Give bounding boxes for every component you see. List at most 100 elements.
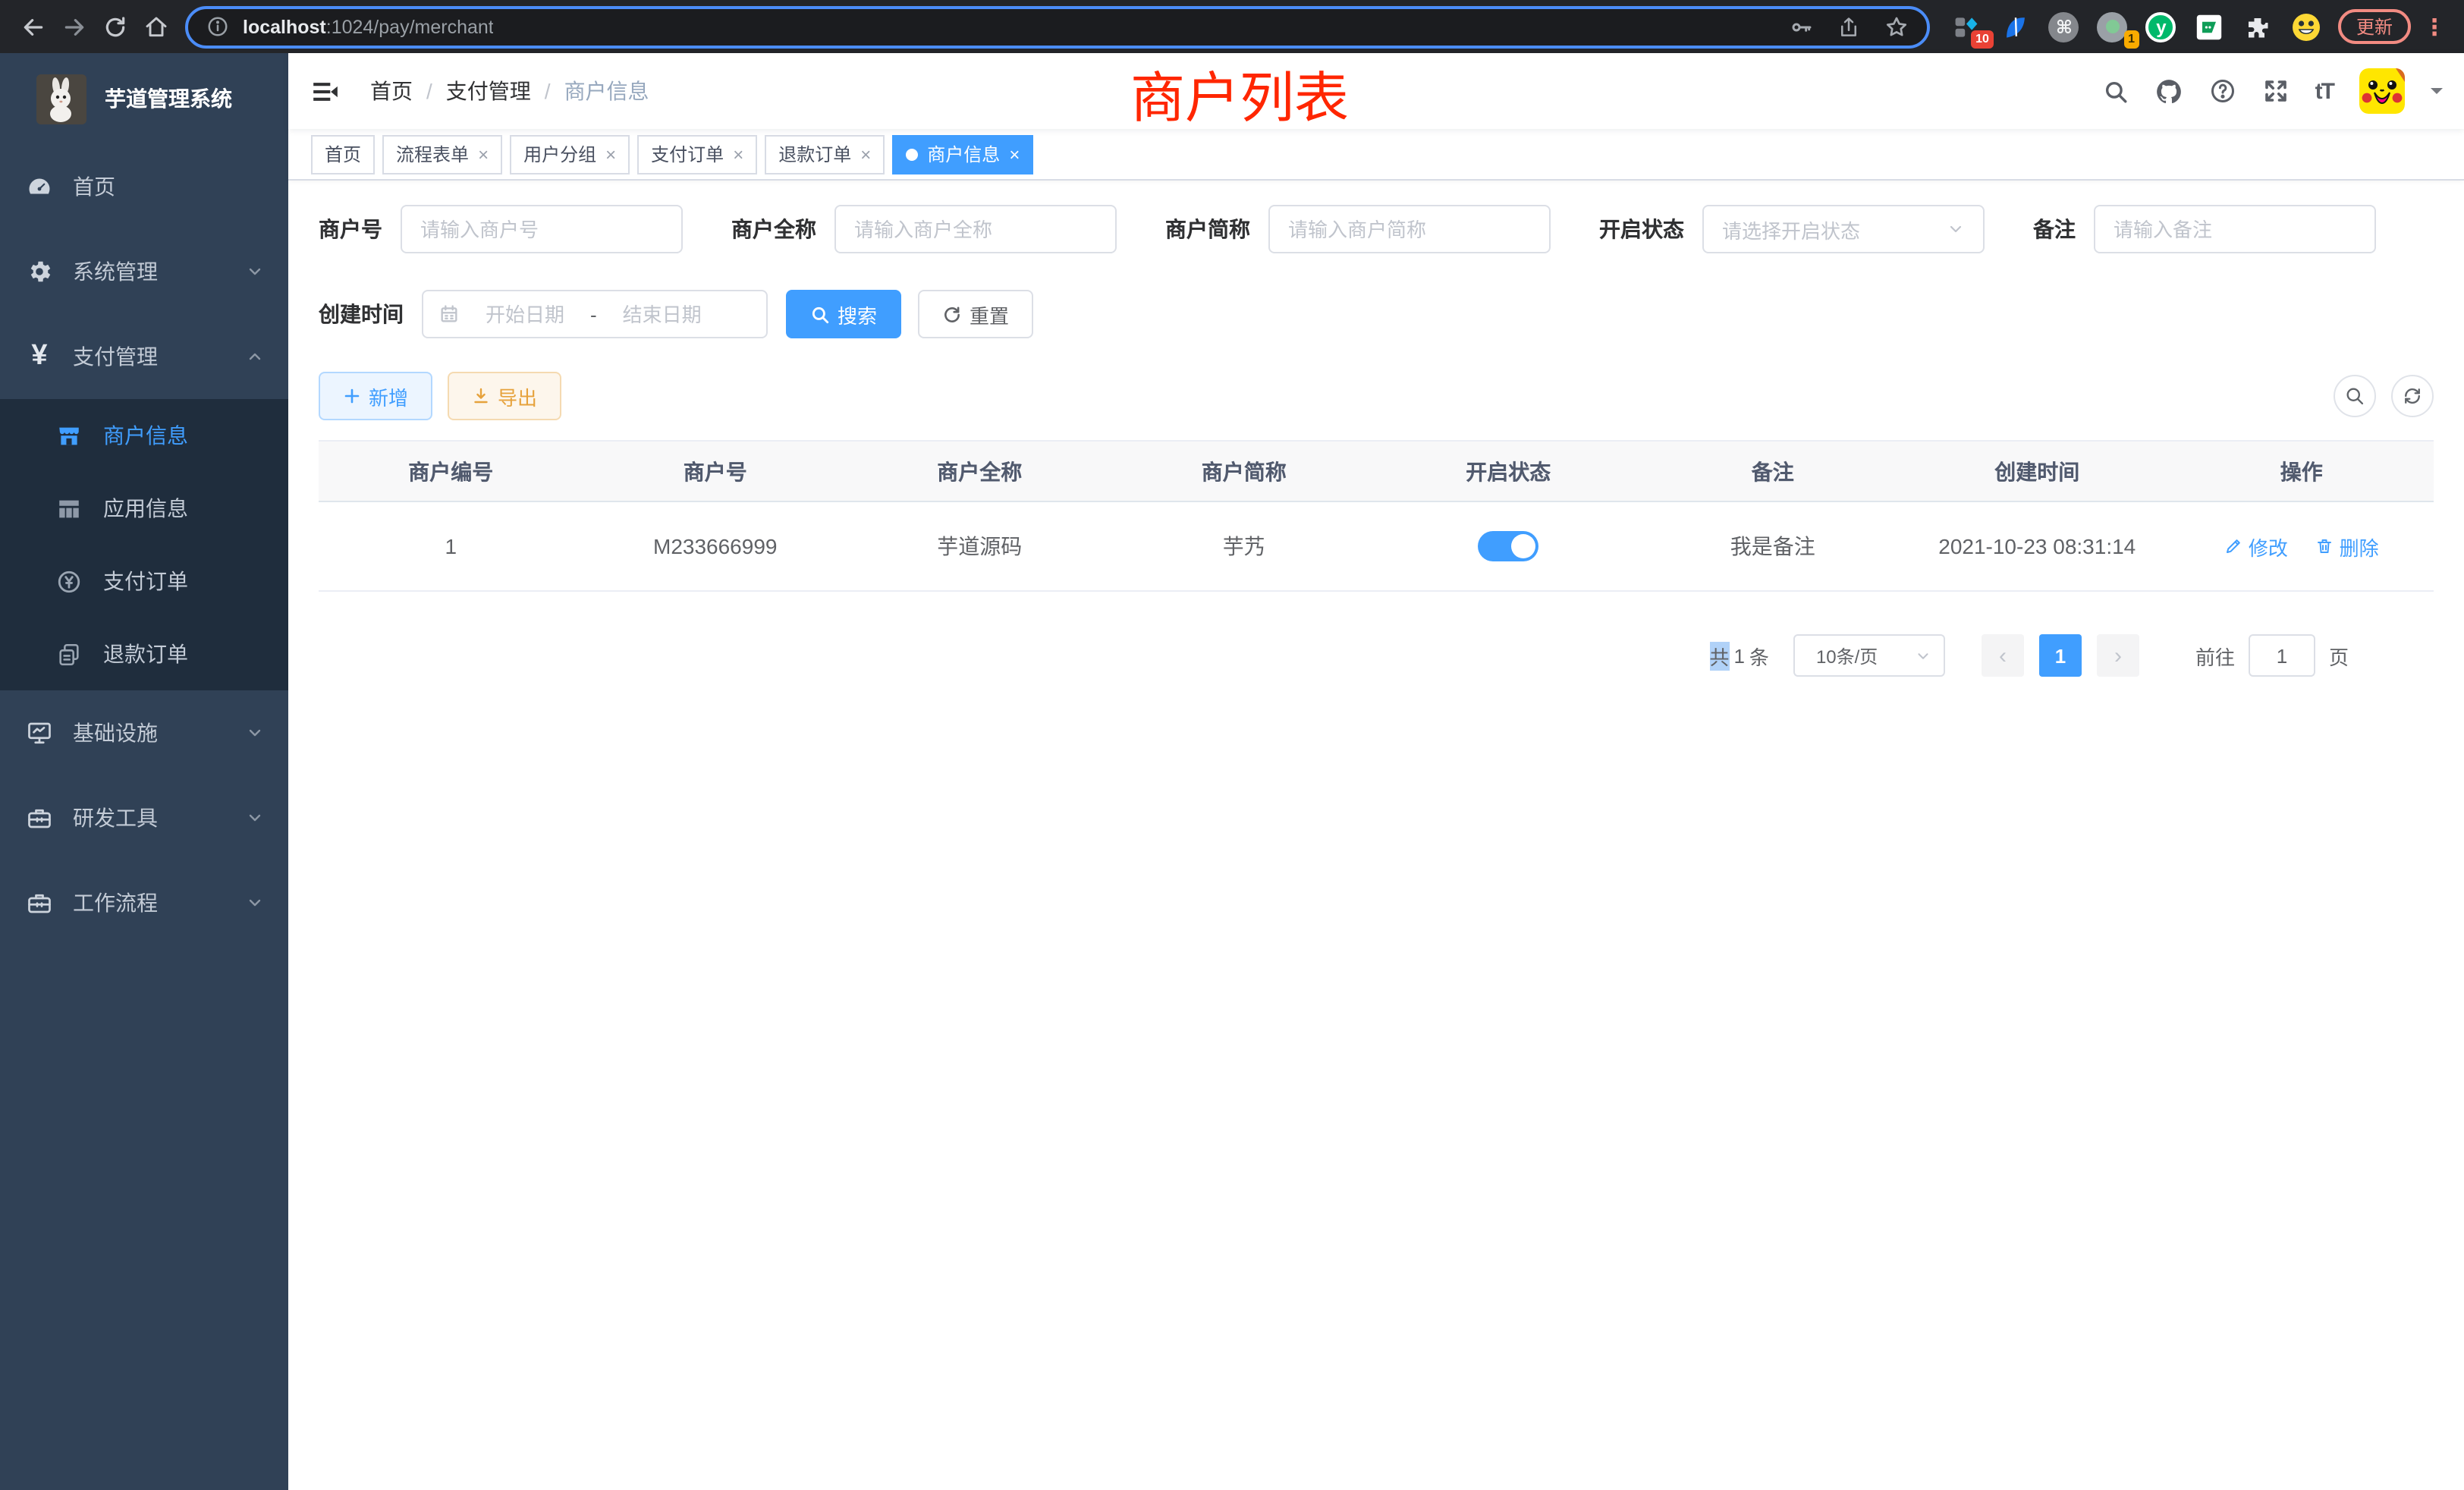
app-title: 芋道管理系统 bbox=[105, 83, 232, 114]
grid-icon bbox=[56, 495, 82, 521]
refresh-table-button[interactable] bbox=[2391, 375, 2434, 417]
date-separator: - bbox=[590, 303, 597, 325]
toggle-search-button[interactable] bbox=[2334, 375, 2376, 417]
total-suffix: 条 bbox=[1749, 641, 1769, 670]
spinnaker-extension-icon[interactable] bbox=[2000, 11, 2032, 42]
pagination: 共 1 条 10条/页 ‹ 1 › 前往 bbox=[319, 634, 2434, 677]
status-select[interactable]: 请选择开启状态 bbox=[1702, 205, 1985, 253]
reset-label: 重置 bbox=[970, 300, 1009, 328]
emoji-profile-icon[interactable] bbox=[2291, 11, 2323, 42]
calendar-icon bbox=[438, 303, 460, 325]
browser-home-icon[interactable] bbox=[135, 6, 176, 47]
extensions-puzzle-icon[interactable] bbox=[2242, 11, 2274, 42]
bookmark-star-icon[interactable] bbox=[1884, 14, 1909, 39]
tab-close-icon[interactable]: × bbox=[605, 145, 616, 163]
browser-update-button[interactable]: 更新 bbox=[2338, 9, 2411, 44]
sidebar-item-workflow[interactable]: 工作流程 bbox=[0, 860, 288, 945]
tab-home[interactable]: 首页 bbox=[311, 134, 375, 174]
full-name-input[interactable] bbox=[854, 218, 1097, 240]
pagination-goto: 前往 页 bbox=[2195, 634, 2349, 677]
add-label: 新增 bbox=[369, 382, 408, 410]
tab-process-form[interactable]: 流程表单 × bbox=[382, 134, 502, 174]
delete-link[interactable]: 删除 bbox=[2315, 532, 2379, 561]
breadcrumb-current: 商户信息 bbox=[564, 76, 649, 106]
browser-menu-icon[interactable]: ⋮ bbox=[2423, 13, 2446, 40]
sidebar-item-system[interactable]: 系统管理 bbox=[0, 229, 288, 314]
sidebar-item-infra[interactable]: 基础设施 bbox=[0, 690, 288, 775]
next-page-button[interactable]: › bbox=[2097, 634, 2139, 677]
tab-refund-order[interactable]: 退款订单 × bbox=[765, 134, 885, 174]
tab-close-icon[interactable]: × bbox=[860, 145, 871, 163]
short-name-input[interactable] bbox=[1288, 218, 1531, 240]
tab-merchant-info[interactable]: 商户信息× bbox=[892, 134, 1033, 174]
sidebar-item-refund-order[interactable]: 退款订单 bbox=[0, 618, 288, 690]
remark-input[interactable] bbox=[2114, 218, 2356, 240]
sidebar-collapse-icon[interactable] bbox=[311, 74, 344, 108]
start-date-input[interactable] bbox=[469, 303, 581, 325]
fullscreen-icon[interactable] bbox=[2262, 77, 2290, 105]
search-label: 搜索 bbox=[838, 300, 877, 328]
tab-pay-order[interactable]: 支付订单 × bbox=[637, 134, 757, 174]
edit-link[interactable]: 修改 bbox=[2224, 532, 2288, 561]
search-button[interactable]: 搜索 bbox=[786, 290, 901, 338]
sidebar-item-pay[interactable]: ¥ 支付管理 bbox=[0, 314, 288, 399]
font-size-icon[interactable]: tT bbox=[2315, 78, 2334, 104]
filter-label: 商户全称 bbox=[731, 214, 816, 244]
sidebar-item-merchant-info[interactable]: 商户信息 bbox=[0, 399, 288, 472]
yuque-extension-icon[interactable]: y bbox=[2145, 11, 2177, 42]
help-icon[interactable] bbox=[2209, 77, 2236, 105]
share-icon[interactable] bbox=[1837, 14, 1860, 39]
url-host: localhost bbox=[243, 16, 326, 37]
tab-close-icon[interactable]: × bbox=[1009, 145, 1020, 163]
tab-close-icon[interactable]: × bbox=[478, 145, 489, 163]
end-date-input[interactable] bbox=[606, 303, 718, 325]
sidebar-item-devtools[interactable]: 研发工具 bbox=[0, 775, 288, 860]
breadcrumb-pay[interactable]: 支付管理 bbox=[446, 76, 531, 106]
page-number-1[interactable]: 1 bbox=[2039, 634, 2082, 677]
add-button[interactable]: 新增 bbox=[319, 372, 432, 420]
sidebar-logo-row[interactable]: 芋道管理系统 bbox=[0, 53, 288, 144]
header-search-icon[interactable] bbox=[2103, 78, 2129, 104]
browser-reload-icon[interactable] bbox=[94, 6, 135, 47]
date-range-picker[interactable]: - bbox=[422, 290, 768, 338]
url-text: localhost:1024/pay/merchant bbox=[243, 16, 494, 37]
sidebar-item-pay-order[interactable]: 支付订单 bbox=[0, 545, 288, 618]
profile-extension-icon[interactable]: 1 bbox=[2097, 11, 2129, 42]
breadcrumb-home[interactable]: 首页 bbox=[370, 76, 413, 106]
tab-label: 退款订单 bbox=[778, 141, 851, 167]
workflow-extension-icon[interactable]: 10 bbox=[1951, 11, 1983, 42]
plus-icon bbox=[343, 387, 361, 405]
user-avatar[interactable] bbox=[2359, 68, 2405, 114]
extensions-area: 10 ⌘ 1 y bbox=[1951, 11, 2323, 42]
prev-page-button[interactable]: ‹ bbox=[1982, 634, 2024, 677]
tab-close-icon[interactable]: × bbox=[733, 145, 743, 163]
goto-page-input[interactable] bbox=[2249, 634, 2315, 677]
status-toggle[interactable] bbox=[1478, 531, 1538, 561]
page-size-select[interactable]: 10条/页 bbox=[1793, 634, 1945, 677]
browser-forward-icon[interactable] bbox=[53, 6, 94, 47]
merchant-no-input[interactable] bbox=[420, 218, 663, 240]
filter-label: 商户号 bbox=[319, 214, 382, 244]
tab-label: 支付订单 bbox=[651, 141, 724, 167]
site-info-icon[interactable] bbox=[206, 15, 229, 38]
password-key-icon[interactable] bbox=[1789, 14, 1813, 39]
avatar-caret-icon[interactable] bbox=[2431, 88, 2443, 100]
sidebar-item-app-info[interactable]: 应用信息 bbox=[0, 472, 288, 545]
cell-create-time: 2021-10-23 08:31:14 bbox=[1905, 501, 2170, 591]
col-remark: 备注 bbox=[1641, 441, 1906, 501]
chevron-down-icon bbox=[1947, 220, 1965, 238]
export-button[interactable]: 导出 bbox=[448, 372, 561, 420]
tab-user-group[interactable]: 用户分组× bbox=[510, 134, 630, 174]
page-content: 商户号 商户全称 商户简称 开启状态 请选择开启状态 bbox=[288, 181, 2464, 1490]
reset-button[interactable]: 重置 bbox=[918, 290, 1033, 338]
pencil-icon bbox=[2224, 537, 2242, 555]
command-extension-icon[interactable]: ⌘ bbox=[2048, 11, 2080, 42]
filter-label: 创建时间 bbox=[319, 299, 404, 329]
github-icon[interactable] bbox=[2154, 77, 2183, 105]
cell-merchant-id: 1 bbox=[319, 501, 583, 591]
browser-back-icon[interactable] bbox=[12, 6, 53, 47]
tab-label: 流程表单 bbox=[396, 141, 469, 167]
address-bar[interactable]: localhost:1024/pay/merchant bbox=[185, 5, 1930, 48]
sidebar-item-home[interactable]: 首页 bbox=[0, 144, 288, 229]
chat-extension-icon[interactable] bbox=[2194, 11, 2226, 42]
